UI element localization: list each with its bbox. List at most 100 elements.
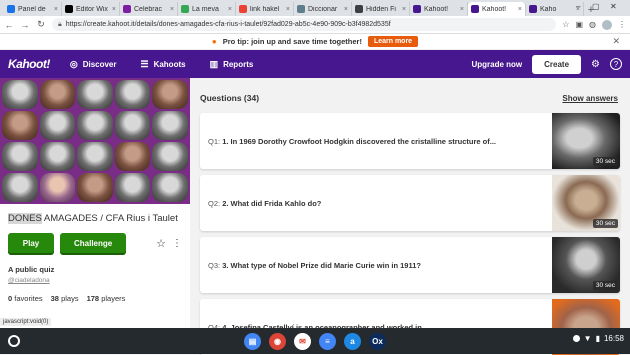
challenge-button[interactable]: Challenge [60, 233, 127, 253]
oxford-icon[interactable]: Ox [369, 332, 386, 350]
favorites-stat: 0 favorites [8, 294, 43, 303]
browser-tab-label: La meva [192, 5, 219, 13]
time-limit-badge: 30 sec [592, 157, 618, 166]
creator-link[interactable]: @ciadeladona [0, 274, 190, 284]
close-tab-icon[interactable]: × [518, 6, 522, 13]
browser-tab-label: link hakel [250, 5, 280, 13]
close-tab-icon[interactable]: × [54, 6, 58, 13]
browser-tab-label: Kaho [540, 5, 557, 13]
browser-tab[interactable]: link hakel × [236, 2, 294, 16]
quiz-title: DONES AMAGADES / CFA Rius i Taulet [0, 204, 190, 225]
browser-tab-label: Panel de [18, 5, 46, 13]
favorites-label: favorites [14, 294, 43, 303]
notification-icon [572, 335, 580, 342]
create-button[interactable]: Create [532, 54, 582, 74]
maximize-icon[interactable]: ▢ [592, 2, 600, 11]
close-banner-icon[interactable]: ✕ [612, 36, 620, 47]
address-bar[interactable]: 🔒︎ https://create.kahoot.it/details/done… [52, 18, 557, 31]
browser-tab[interactable]: Editor Wix × [62, 2, 120, 16]
docs-icon[interactable]: ≡ [319, 332, 336, 350]
kahoot-navbar: Kahoot! ◎ Discover ☰ Kahoots ▥ Reports U… [0, 50, 630, 78]
pro-tip-banner: ● Pro tip: join up and save time togethe… [0, 34, 630, 50]
browser-tab-bar: Panel de × Editor Wix × Celebrac × La meva × lin… [0, 0, 630, 16]
question-list: Q1: 1. In 1969 Dorothy Crowfoot Hodgkin … [198, 103, 630, 355]
quiz-cover-image [0, 78, 190, 204]
close-tab-icon[interactable]: × [402, 6, 406, 13]
show-answers-link[interactable]: Show answers [562, 94, 618, 103]
back-icon[interactable]: ← [4, 20, 14, 30]
browser-tab[interactable]: Panel de × [4, 2, 62, 16]
browser-tab[interactable]: Hidden Fi × [352, 2, 410, 16]
minimize-icon[interactable]: – [576, 2, 580, 11]
close-tab-icon[interactable]: × [344, 6, 348, 13]
portrait [2, 80, 38, 109]
learn-more-button[interactable]: Learn more [367, 36, 419, 47]
upgrade-now-link[interactable]: Upgrade now [471, 60, 522, 69]
forward-icon[interactable]: → [20, 20, 30, 30]
portrait [114, 173, 151, 202]
portrait [114, 111, 151, 140]
portrait [152, 111, 188, 140]
menu-icon[interactable]: ⋮ [618, 20, 626, 29]
question-text: Q2: 2. What did Frida Kahlo do? [200, 199, 552, 208]
plays-label: plays [61, 294, 79, 303]
launcher-icon[interactable] [8, 335, 20, 347]
dictionary-icon[interactable]: a [344, 332, 361, 350]
browser-tab[interactable]: Kahoot! × [410, 2, 468, 16]
pro-tip-text: Pro tip: join up and save time together! [222, 37, 362, 46]
browser-tab[interactable]: Kahoot! × [468, 2, 526, 16]
nav-reports-label: Reports [223, 59, 254, 69]
plays-stat: 38 plays [51, 294, 79, 303]
system-tray[interactable]: ▼ ▮ 16:58 [572, 334, 624, 343]
favorite-star-icon[interactable]: ☆ [156, 237, 166, 250]
question-card[interactable]: Q2: 2. What did Frida Kahlo do? 30 sec [200, 175, 620, 231]
nav-discover[interactable]: ◎ Discover [70, 59, 117, 70]
close-window-icon[interactable]: ✕ [610, 2, 617, 11]
icon-gmail-icon [239, 5, 247, 13]
browser-tab-label: Diccionar [308, 5, 338, 13]
question-image: 30 sec [552, 237, 620, 293]
kahoot-logo[interactable]: Kahoot! [8, 57, 50, 71]
question-title: 3. What type of Nobel Prize did Marie Cu… [222, 260, 421, 270]
close-tab-icon[interactable]: × [228, 6, 232, 13]
icon-kahoot-icon [471, 5, 479, 13]
help-icon[interactable]: ? [610, 58, 622, 70]
reload-icon[interactable]: ↻ [36, 19, 46, 30]
browser-tab-label: Kahoot! [482, 5, 507, 13]
close-tab-icon[interactable]: × [460, 6, 464, 13]
browser-tab-label: Hidden Fi [366, 5, 396, 13]
nav-kahoots[interactable]: ☰ Kahoots [140, 59, 185, 70]
quiz-info-panel: DONES AMAGADES / CFA Rius i Taulet Play … [0, 78, 190, 328]
extension-icon[interactable]: ▣ [575, 20, 583, 29]
gear-icon[interactable]: ⚙ [591, 59, 600, 70]
profile-avatar[interactable] [602, 19, 612, 30]
icon-kahoot-icon [413, 5, 421, 13]
browser-tab-label: Kahoot! [424, 5, 449, 13]
browser-tab[interactable]: Diccionar × [294, 2, 352, 16]
browser-tab-label: Celebrac [134, 5, 163, 13]
gmail-icon[interactable]: ✉ [294, 332, 311, 350]
icon-doc-icon [123, 5, 131, 13]
portrait [39, 111, 76, 140]
browser-tab[interactable]: La meva × [178, 2, 236, 16]
question-card[interactable]: Q3: 3. What type of Nobel Prize did Mari… [200, 237, 620, 293]
question-card[interactable]: Q1: 1. In 1969 Dorothy Crowfoot Hodgkin … [200, 113, 620, 169]
os-shelf: ▤ ◉ ✉ ≡ a Ox ▼ ▮ 16:58 [0, 328, 630, 354]
chrome-icon[interactable]: ◉ [269, 332, 286, 350]
close-tab-icon[interactable]: × [170, 6, 174, 13]
questions-panel: Questions (34) Show answers Q1: 1. In 19… [198, 78, 630, 355]
portrait [39, 80, 76, 109]
nav-reports[interactable]: ▥ Reports [210, 59, 254, 70]
close-tab-icon[interactable]: × [286, 6, 290, 13]
question-image: 30 sec [552, 113, 620, 169]
bookmark-star-icon[interactable]: ☆ [562, 20, 569, 29]
clock: 16:58 [603, 334, 624, 343]
questions-header: Questions (34) Show answers [198, 78, 630, 103]
extension-icon-2[interactable]: ◍ [589, 20, 596, 29]
close-tab-icon[interactable]: × [112, 6, 116, 13]
more-options-icon[interactable]: ⋮ [172, 238, 182, 249]
portrait [152, 173, 188, 202]
browser-tab[interactable]: Celebrac × [120, 2, 178, 16]
play-button[interactable]: Play [8, 233, 54, 253]
files-icon[interactable]: ▤ [244, 332, 261, 350]
